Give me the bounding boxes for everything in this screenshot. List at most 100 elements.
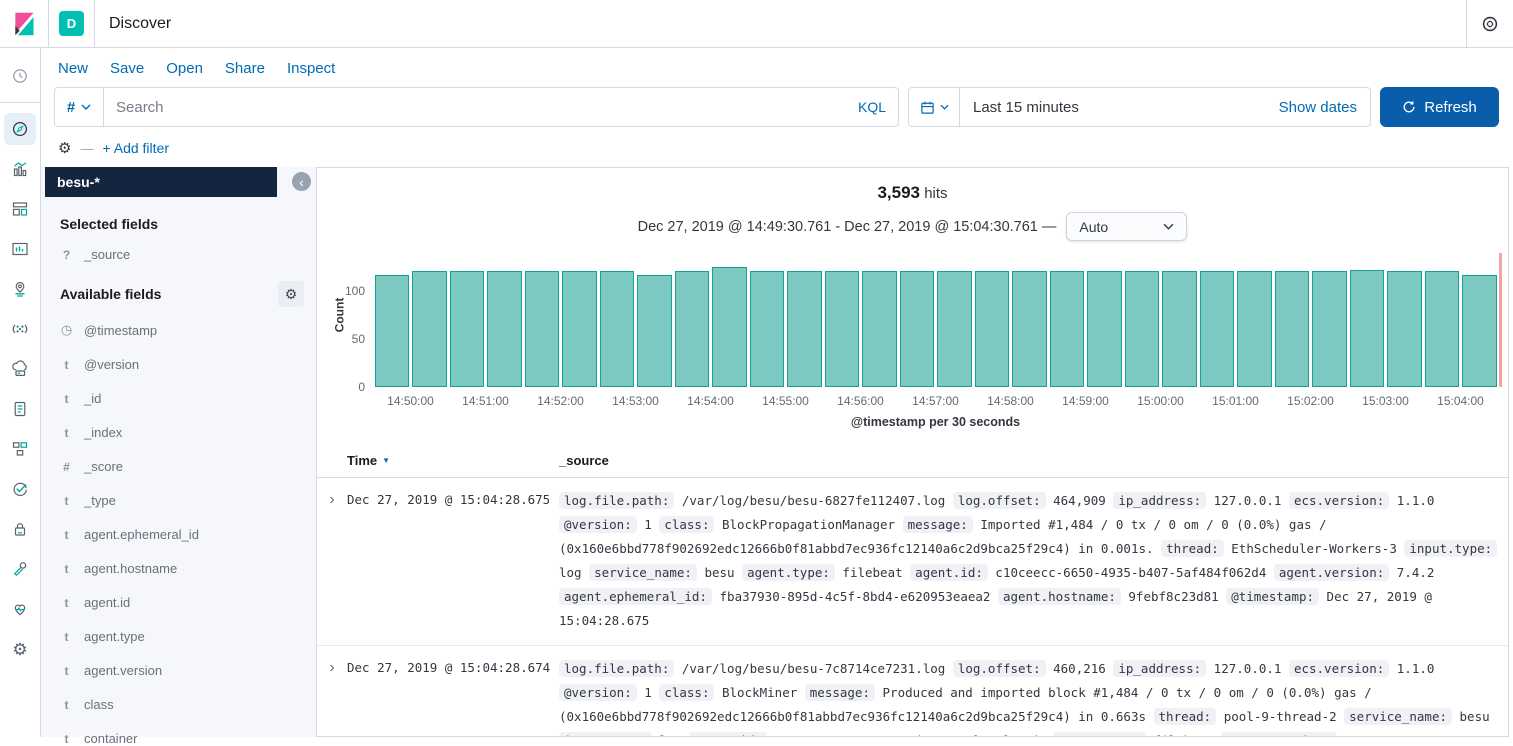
field-item-agentephemeralid[interactable]: tagent.ephemeral_id [60, 527, 304, 542]
nav-dashboard[interactable] [2, 189, 38, 229]
document-source: log.file.path: /var/log/besu/besu-6827fe… [559, 489, 1508, 633]
x-axis-tick-label: 15:02:00 [1287, 394, 1334, 408]
time-range-value[interactable]: Last 15 minutes [960, 99, 1279, 116]
field-item-agenthostname[interactable]: tagent.hostname [60, 561, 304, 576]
x-axis-tick-label: 14:54:00 [687, 394, 734, 408]
menu-open[interactable]: Open [166, 60, 203, 77]
query-language-dropdown[interactable]: # [55, 88, 104, 126]
histogram-bar[interactable] [1387, 271, 1422, 387]
field-item-id[interactable]: t_id [60, 391, 304, 406]
histogram-bar[interactable] [1350, 270, 1385, 387]
menu-inspect[interactable]: Inspect [287, 60, 335, 77]
nav-management[interactable]: ⚙ [2, 629, 38, 669]
nav-dev-tools[interactable] [2, 549, 38, 589]
search-input[interactable] [104, 99, 858, 116]
field-item-type[interactable]: t_type [60, 493, 304, 508]
y-axis-tick-label: 0 [335, 380, 365, 394]
histogram-bar[interactable] [1462, 275, 1497, 388]
histogram-bar[interactable] [975, 271, 1010, 387]
date-quick-select-button[interactable] [909, 88, 960, 126]
nav-canvas[interactable] [2, 229, 38, 269]
histogram-bar[interactable] [525, 271, 560, 387]
histogram-bar[interactable] [862, 271, 897, 387]
recently-viewed-button[interactable] [2, 58, 38, 94]
histogram-plot[interactable]: 050100 [373, 262, 1498, 387]
histogram-bar[interactable] [1125, 271, 1160, 387]
menu-save[interactable]: Save [110, 60, 144, 77]
histogram-bar[interactable] [675, 271, 710, 387]
histogram-bar[interactable] [825, 271, 860, 387]
text-field-icon: t [60, 392, 73, 406]
nav-discover[interactable] [2, 109, 38, 149]
field-item-score[interactable]: #_score [60, 459, 304, 474]
histogram-bar[interactable] [412, 271, 447, 387]
nav-uptime[interactable] [2, 469, 38, 509]
histogram-bar[interactable] [1425, 271, 1460, 387]
histogram-bar[interactable] [712, 267, 747, 387]
menu-share[interactable]: Share [225, 60, 265, 77]
histogram-bar[interactable] [1162, 271, 1197, 387]
app-badge[interactable]: D [59, 11, 84, 36]
histogram-bar[interactable] [1312, 271, 1347, 387]
kibana-logo-icon [11, 11, 37, 37]
field-name: agent.id [84, 595, 130, 610]
refresh-button[interactable]: Refresh [1380, 87, 1499, 127]
histogram-bar[interactable] [1200, 271, 1235, 387]
field-item-class[interactable]: tclass [60, 697, 304, 712]
field-item-container[interactable]: tcontainer [60, 731, 304, 746]
nav-siem[interactable] [2, 509, 38, 549]
nav-stack-monitoring[interactable] [2, 589, 38, 629]
histogram-bar[interactable] [450, 271, 485, 387]
field-item-agentid[interactable]: tagent.id [60, 595, 304, 610]
help-button[interactable] [1467, 15, 1513, 33]
field-item-source[interactable]: ?_source [60, 247, 304, 262]
nav-apm[interactable] [2, 349, 38, 389]
expand-document-button[interactable]: › [317, 489, 347, 633]
text-field-icon: t [60, 664, 73, 678]
field-key-badge: ecs.version: [1289, 660, 1389, 677]
collapse-sidebar-button[interactable]: ‹ [292, 172, 311, 191]
histogram-bar[interactable] [487, 271, 522, 387]
histogram-bar[interactable] [1237, 271, 1272, 387]
field-key-badge: @version: [559, 684, 637, 701]
histogram-bar[interactable] [1050, 271, 1085, 387]
histogram-bar[interactable] [787, 271, 822, 387]
current-time-marker [1499, 253, 1502, 387]
histogram-bar[interactable] [937, 271, 972, 387]
field-item-version[interactable]: t@version [60, 357, 304, 372]
machine-learning-icon [11, 320, 29, 338]
index-pattern-selector[interactable]: besu-* [45, 167, 277, 197]
field-key-badge: agent.id: [910, 564, 988, 581]
expand-document-button[interactable]: › [317, 657, 347, 737]
interval-select[interactable]: Auto [1066, 212, 1187, 241]
field-item-timestamp[interactable]: ◷@timestamp [60, 322, 304, 338]
nav-maps[interactable] [2, 269, 38, 309]
histogram-bar[interactable] [637, 275, 672, 388]
nav-metrics[interactable] [2, 429, 38, 469]
time-column-header[interactable]: Time ▼ [347, 453, 559, 468]
histogram-bar[interactable] [1087, 271, 1122, 387]
menu-new[interactable]: New [58, 60, 88, 77]
nav-machine-learning[interactable] [2, 309, 38, 349]
histogram-bar[interactable] [750, 271, 785, 387]
rail-divider [0, 102, 41, 103]
histogram-bar[interactable] [600, 271, 635, 387]
kql-language-button[interactable]: KQL [858, 99, 898, 115]
field-item-index[interactable]: t_index [60, 425, 304, 440]
nav-logs[interactable] [2, 389, 38, 429]
histogram-bar[interactable] [1012, 271, 1047, 387]
histogram-bar[interactable] [375, 275, 410, 388]
show-dates-button[interactable]: Show dates [1279, 99, 1370, 116]
histogram-bar[interactable] [562, 271, 597, 387]
histogram-bar[interactable] [900, 271, 935, 387]
nav-visualize[interactable] [2, 149, 38, 189]
field-item-agentversion[interactable]: tagent.version [60, 663, 304, 678]
field-settings-button[interactable]: ⚙ [278, 281, 304, 307]
x-axis-tick-label: 14:55:00 [762, 394, 809, 408]
y-axis-tick-label: 50 [335, 332, 365, 346]
filter-options-gear-icon[interactable]: ⚙ [58, 141, 71, 156]
kibana-logo[interactable] [0, 11, 48, 37]
field-item-agenttype[interactable]: tagent.type [60, 629, 304, 644]
add-filter-button[interactable]: + Add filter [102, 140, 169, 156]
histogram-bar[interactable] [1275, 271, 1310, 387]
